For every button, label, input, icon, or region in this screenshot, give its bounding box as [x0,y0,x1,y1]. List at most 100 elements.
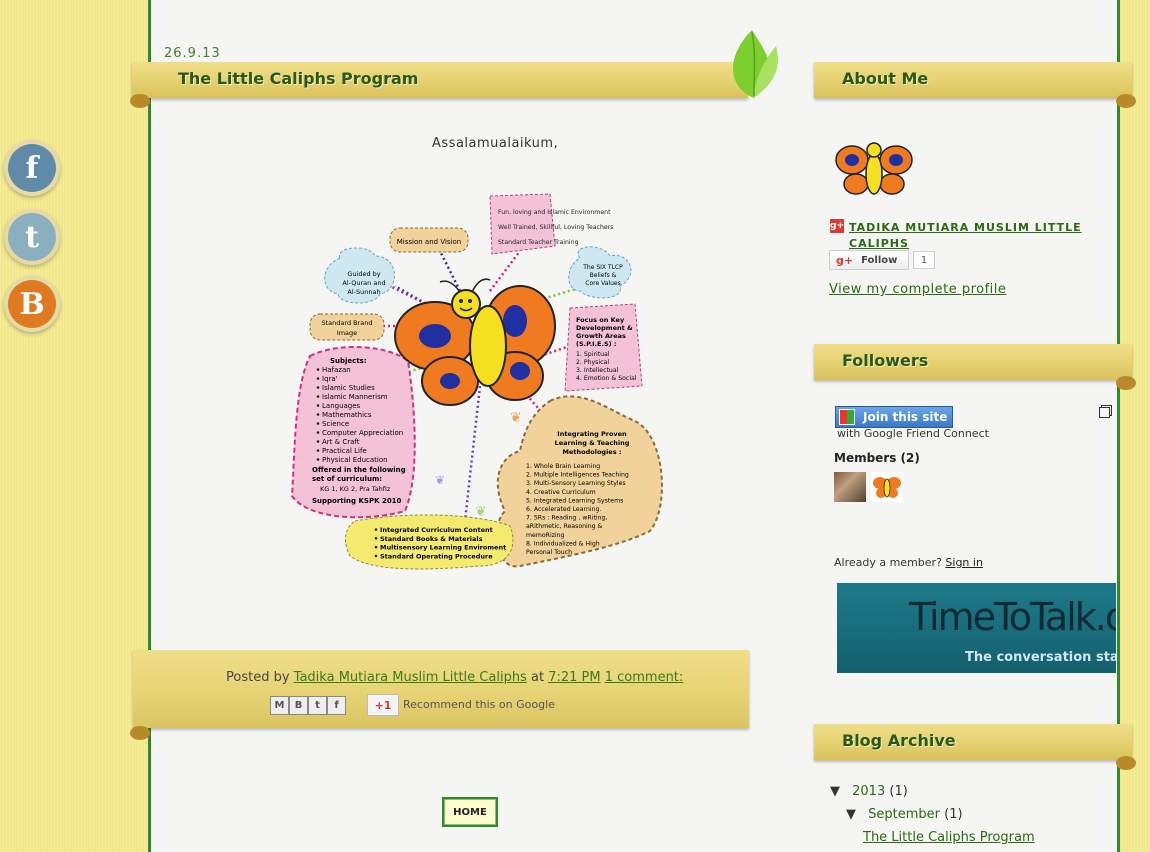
mindmap-offered-2: set of curriculum: [312,475,382,483]
mindmap-offered-item: KG 1, KG 2, Pra Tahfiz [320,485,391,493]
member-avatar[interactable] [871,472,903,502]
ribbon-curl [130,726,150,740]
email-share-icon[interactable]: M [270,696,289,715]
mindmap-subject-item: Mathemathics [322,411,372,419]
profile-name-line1: TADIKA MUTIARA MUSLIM LITTLE [849,221,1082,234]
profile-name-link[interactable]: TADIKA MUTIARA MUSLIM LITTLE CALIPHS [849,220,1082,252]
mindmap-focus-t2: Development & [576,324,633,332]
bullet-dot [316,431,320,434]
mindmap-curriculum-item: Multisensory Learning Enviroment [380,544,506,552]
archive-year-row: ▼ 2013 (1) [830,784,908,799]
comments-link[interactable]: 1 comment: [605,670,684,685]
mindmap-integrating-item: memoRizing [526,532,565,539]
google-plus-badge-icon: g+ [830,219,844,233]
svg-text:❦: ❦ [475,504,487,520]
post-meta: Posted by Tadika Mutiara Muslim Little C… [226,670,683,685]
mindmap-subject-item: Iqra' [322,375,338,383]
twitter-bird-icon[interactable]: t [8,213,56,261]
about-me-ribbon: About Me [814,62,1132,98]
mindmap-subject-item: Islamic Mannerism [322,393,388,401]
mindmap-subject-item: Hafazan [322,366,351,374]
post-date: 26.9.13 [164,46,221,61]
svg-text:Guided byAl-Quran andAl-Sunnah: Guided by Al-Quran and Al-Sunnah [342,270,385,296]
post-title-ribbon: The Little Caliphs Program [132,62,748,98]
at-label: at [530,670,545,685]
svg-text:❦: ❦ [435,473,445,487]
mindmap-focus-t3: Growth Areas [576,332,626,340]
google-plus-one-button[interactable]: +1 [367,694,399,716]
author-link[interactable]: Tadika Mutiara Muslim Little Caliphs [294,670,527,685]
bullet-dot [374,528,378,531]
post-image-mindmap[interactable]: Mission and Vision Fun, loving and Islam… [280,186,680,586]
about-me-title: About Me [842,69,929,88]
collapse-toggle-icon[interactable]: ▼ [846,807,856,822]
bullet-dot [316,458,320,461]
followers-title: Followers [842,351,929,370]
home-button[interactable]: HOME [442,797,498,827]
bullet-dot [374,554,378,558]
profile-name-line2: CALIPHS [849,237,909,250]
view-profile-link[interactable]: View my complete profile [829,282,1006,297]
banner-logo-text: TimeToTalk.or [909,595,1116,639]
popout-icon[interactable] [1099,407,1110,418]
blogger-icon[interactable]: B [8,280,56,328]
mindmap-integrating-item: 2. Multiple Intelligences Teaching [526,472,629,479]
archive-month-link[interactable]: September [868,807,940,822]
already-member-text: Already a member? Sign in [834,556,983,569]
post-title[interactable]: The Little Caliphs Program [178,69,418,88]
follow-button[interactable]: g+ Follow [829,250,909,270]
archive-month-count: (1) [944,807,963,822]
share-buttons: M B t f [270,696,346,715]
archive-month-row: ▼ September (1) [846,807,963,822]
bullet-dot [316,377,320,380]
mindmap-integ-t3: Methodologies : [563,448,622,456]
mindmap-curriculum-item: Integrated Curriculum Content [380,526,493,534]
sign-in-link[interactable]: Sign in [945,556,983,569]
mindmap-integrating-item: 8. Individualized & High [526,540,600,547]
ribbon-curl [1116,756,1136,770]
bullet-dot [316,404,320,407]
google-plus-icon: g+ [836,253,854,267]
mindmap-focus-3: 3. Intellectual [576,367,619,374]
mindmap-curriculum-item: Standard Books & Materials [380,535,483,543]
timetotalk-banner[interactable]: TimeToTalk.or The conversation star [837,583,1116,673]
join-site-button[interactable]: Join this site [835,406,953,428]
greeting-text: Assalamualaikum, [432,136,559,151]
ribbon-curl [1116,376,1136,390]
members-heading: Members (2) [834,451,920,465]
mindmap-integrating-item: 7. 5Rs : Reading , wRiting, [526,515,607,522]
blog-archive-title: Blog Archive [842,731,956,750]
bullet-dot [374,545,378,549]
mindmap-guided-1: Guided by [347,270,380,278]
mindmap-six-2: Beliefs & [590,272,617,279]
mindmap-subjects-title: Subjects: [330,357,367,365]
gfc-caption: with Google Friend Connect [837,427,989,440]
mindmap-integ-t1: Integrating Proven [557,430,627,438]
facebook-share-icon[interactable]: f [327,696,346,715]
mindmap-subject-item: Languages [322,402,361,410]
join-site-label: Join this site [863,410,948,424]
mindmap-fun-1: Fun, loving and Islamic Environment [498,209,611,216]
mindmap-brand-1: Standard Brand [322,319,373,327]
recommend-text: Recommend this on Google [403,698,555,711]
archive-post-link[interactable]: The Little Caliphs Program [863,830,1035,845]
mindmap-subject-item: Science [322,420,349,428]
post-time-link[interactable]: 7:21 PM [548,670,600,685]
archive-year-link[interactable]: 2013 [852,784,885,799]
member-avatar[interactable] [834,472,866,502]
profile-avatar[interactable] [832,136,916,204]
mindmap-six-3: Core Values [585,280,620,287]
mindmap-guided-2: Al-Quran and [342,279,385,287]
mindmap-focus-t4: (S.P.I.E.S) : [576,340,616,348]
bullet-dot [316,368,320,371]
facebook-icon[interactable]: f [8,144,56,192]
svg-text:Integrating ProvenLearning & T: Integrating Proven Learning & Teaching Met… [555,430,630,456]
svg-text:Fun, loving and Islamic Enviro: Fun, loving and Islamic Environment Well … [498,209,613,246]
archive-year-count: (1) [889,784,908,799]
svg-text:❦: ❦ [510,410,522,426]
leaf-icon [733,30,778,98]
blogthis-share-icon[interactable]: B [289,696,308,715]
bullet-dot [316,395,320,398]
twitter-share-icon[interactable]: t [308,696,327,715]
collapse-toggle-icon[interactable]: ▼ [830,784,840,799]
